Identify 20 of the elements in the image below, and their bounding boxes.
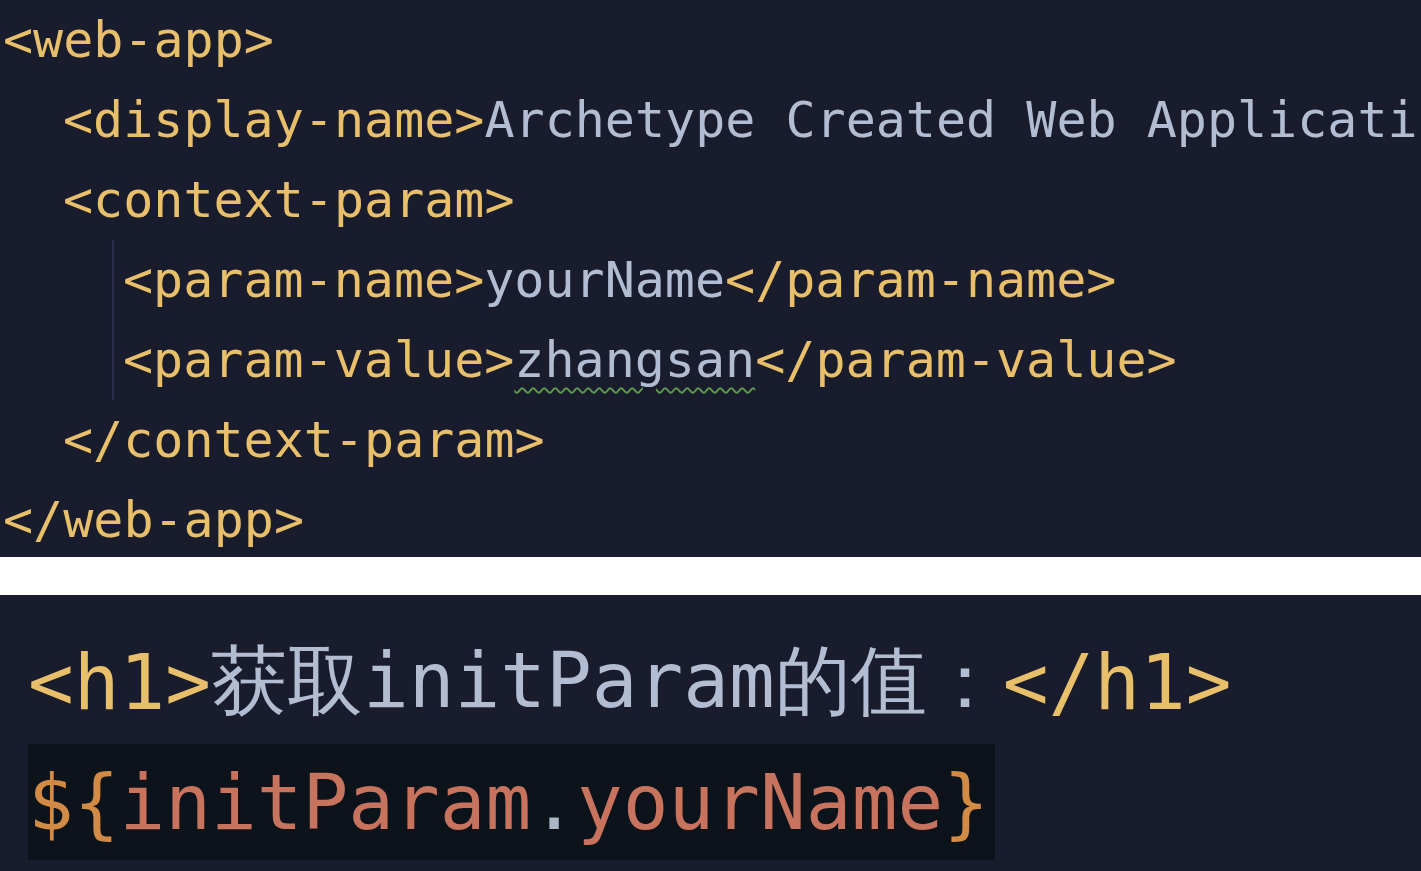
xml-tag: </web-app> bbox=[3, 480, 305, 557]
xml-tag: <param-name> bbox=[123, 240, 485, 320]
tag-text: zhangsan bbox=[514, 330, 756, 391]
xml-tag: <h1> bbox=[28, 637, 212, 727]
xml-tag: </param-name> bbox=[725, 240, 1117, 320]
xml-tag: <display-name> bbox=[63, 80, 485, 160]
tag-text: Archetype Created Web Applicati bbox=[484, 90, 1418, 151]
el-delimiter: ${ bbox=[28, 757, 120, 847]
el-delimiter: } bbox=[943, 757, 989, 847]
xml-tag: <context-param> bbox=[63, 160, 515, 240]
el-identifier: yourName bbox=[577, 757, 944, 847]
xml-tag: <param-value> bbox=[123, 320, 515, 400]
el-dot: . bbox=[531, 757, 578, 847]
xml-tag: </h1> bbox=[1002, 637, 1232, 727]
el-identifier: initParam bbox=[119, 757, 532, 847]
xml-tag: <web-app> bbox=[3, 0, 274, 80]
tag-text: yourName bbox=[484, 250, 726, 311]
xml-tag: </context-param> bbox=[63, 400, 545, 480]
tag-text: 获取initParam的值： bbox=[211, 634, 1003, 727]
xml-tag: </param-value> bbox=[755, 320, 1177, 400]
